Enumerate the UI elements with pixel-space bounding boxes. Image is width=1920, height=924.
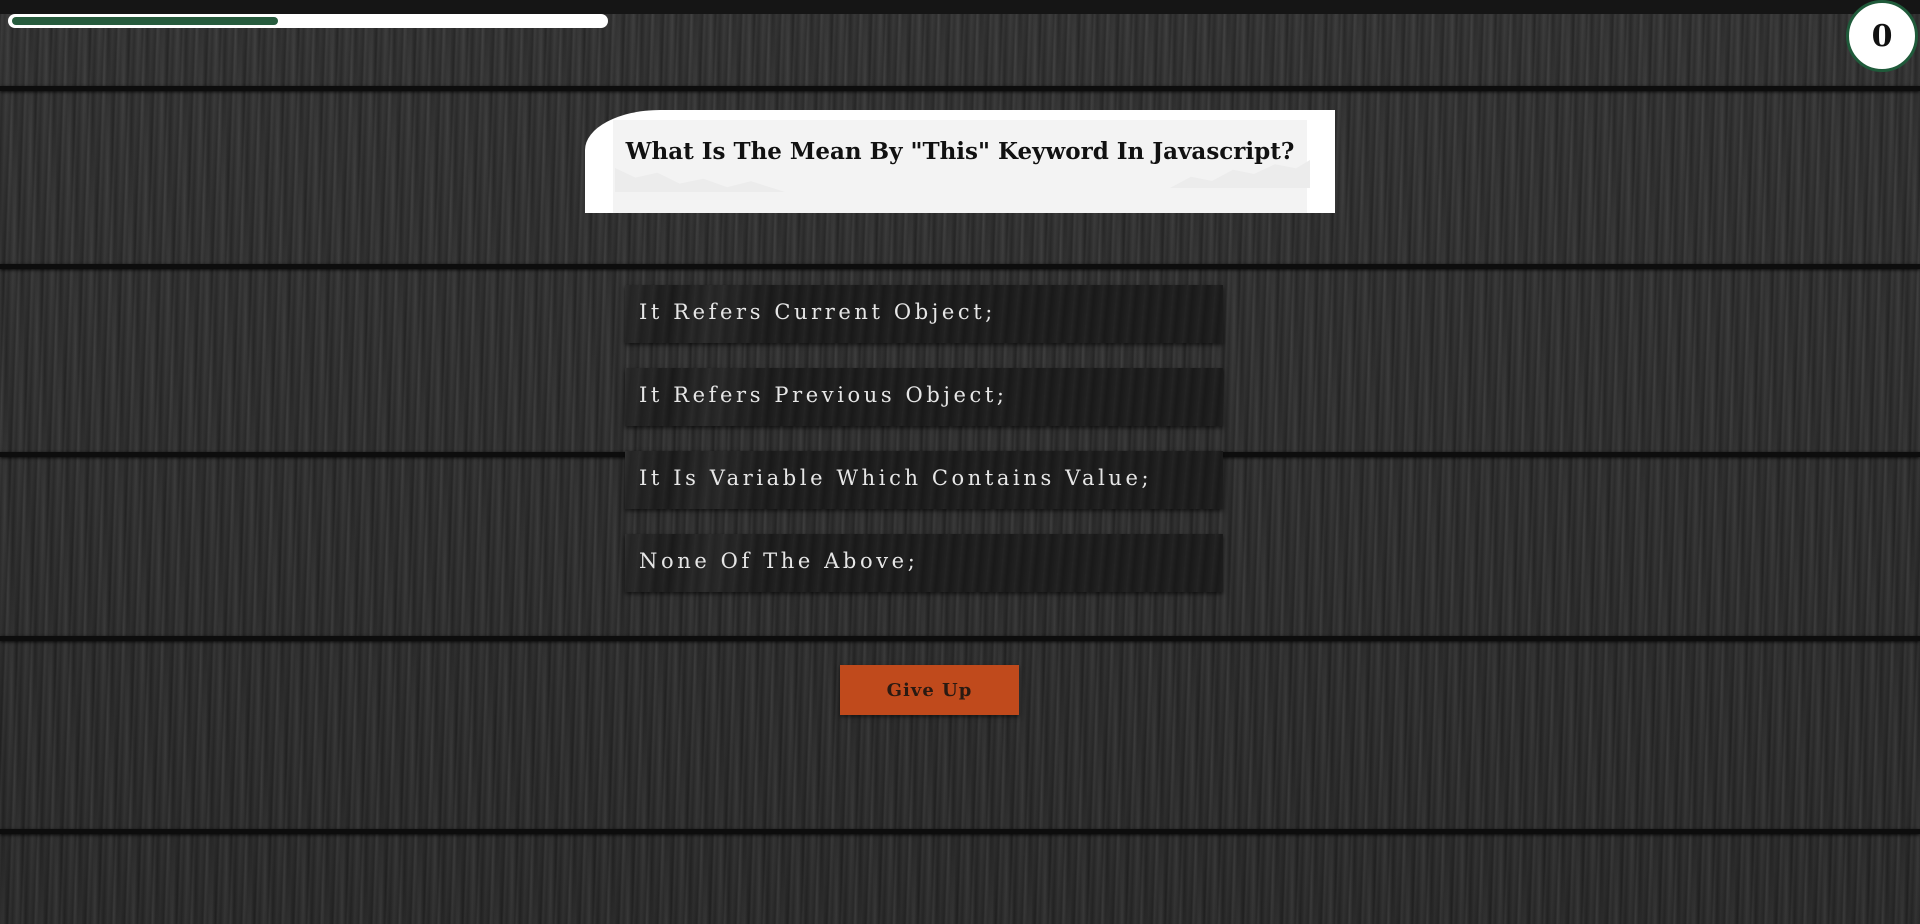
question-paper: [613, 120, 1307, 213]
progress-bar: [8, 14, 608, 28]
answer-option-1[interactable]: It Refers Current Object;: [625, 285, 1223, 343]
answer-label: It Refers Previous Object;: [639, 383, 1008, 407]
plank-divider: [0, 264, 1920, 269]
give-up-button[interactable]: Give Up: [840, 665, 1019, 715]
top-strip: [0, 0, 1920, 14]
answer-option-4[interactable]: None Of The Above;: [625, 534, 1223, 592]
answer-label: It Refers Current Object;: [639, 300, 996, 324]
score-badge: 0: [1846, 0, 1918, 72]
answer-option-2[interactable]: It Refers Previous Object;: [625, 368, 1223, 426]
question-text: What Is The Mean By "This" Keyword In Ja…: [625, 138, 1295, 165]
answer-label: None Of The Above;: [639, 549, 919, 573]
answer-option-3[interactable]: It Is Variable Which Contains Value;: [625, 451, 1223, 509]
question-card: What Is The Mean By "This" Keyword In Ja…: [585, 110, 1335, 213]
plank-divider: [0, 636, 1920, 641]
plank-divider: [0, 829, 1920, 834]
progress-bar-fill: [12, 17, 278, 25]
plank-divider: [0, 86, 1920, 91]
answer-label: It Is Variable Which Contains Value;: [639, 466, 1153, 490]
